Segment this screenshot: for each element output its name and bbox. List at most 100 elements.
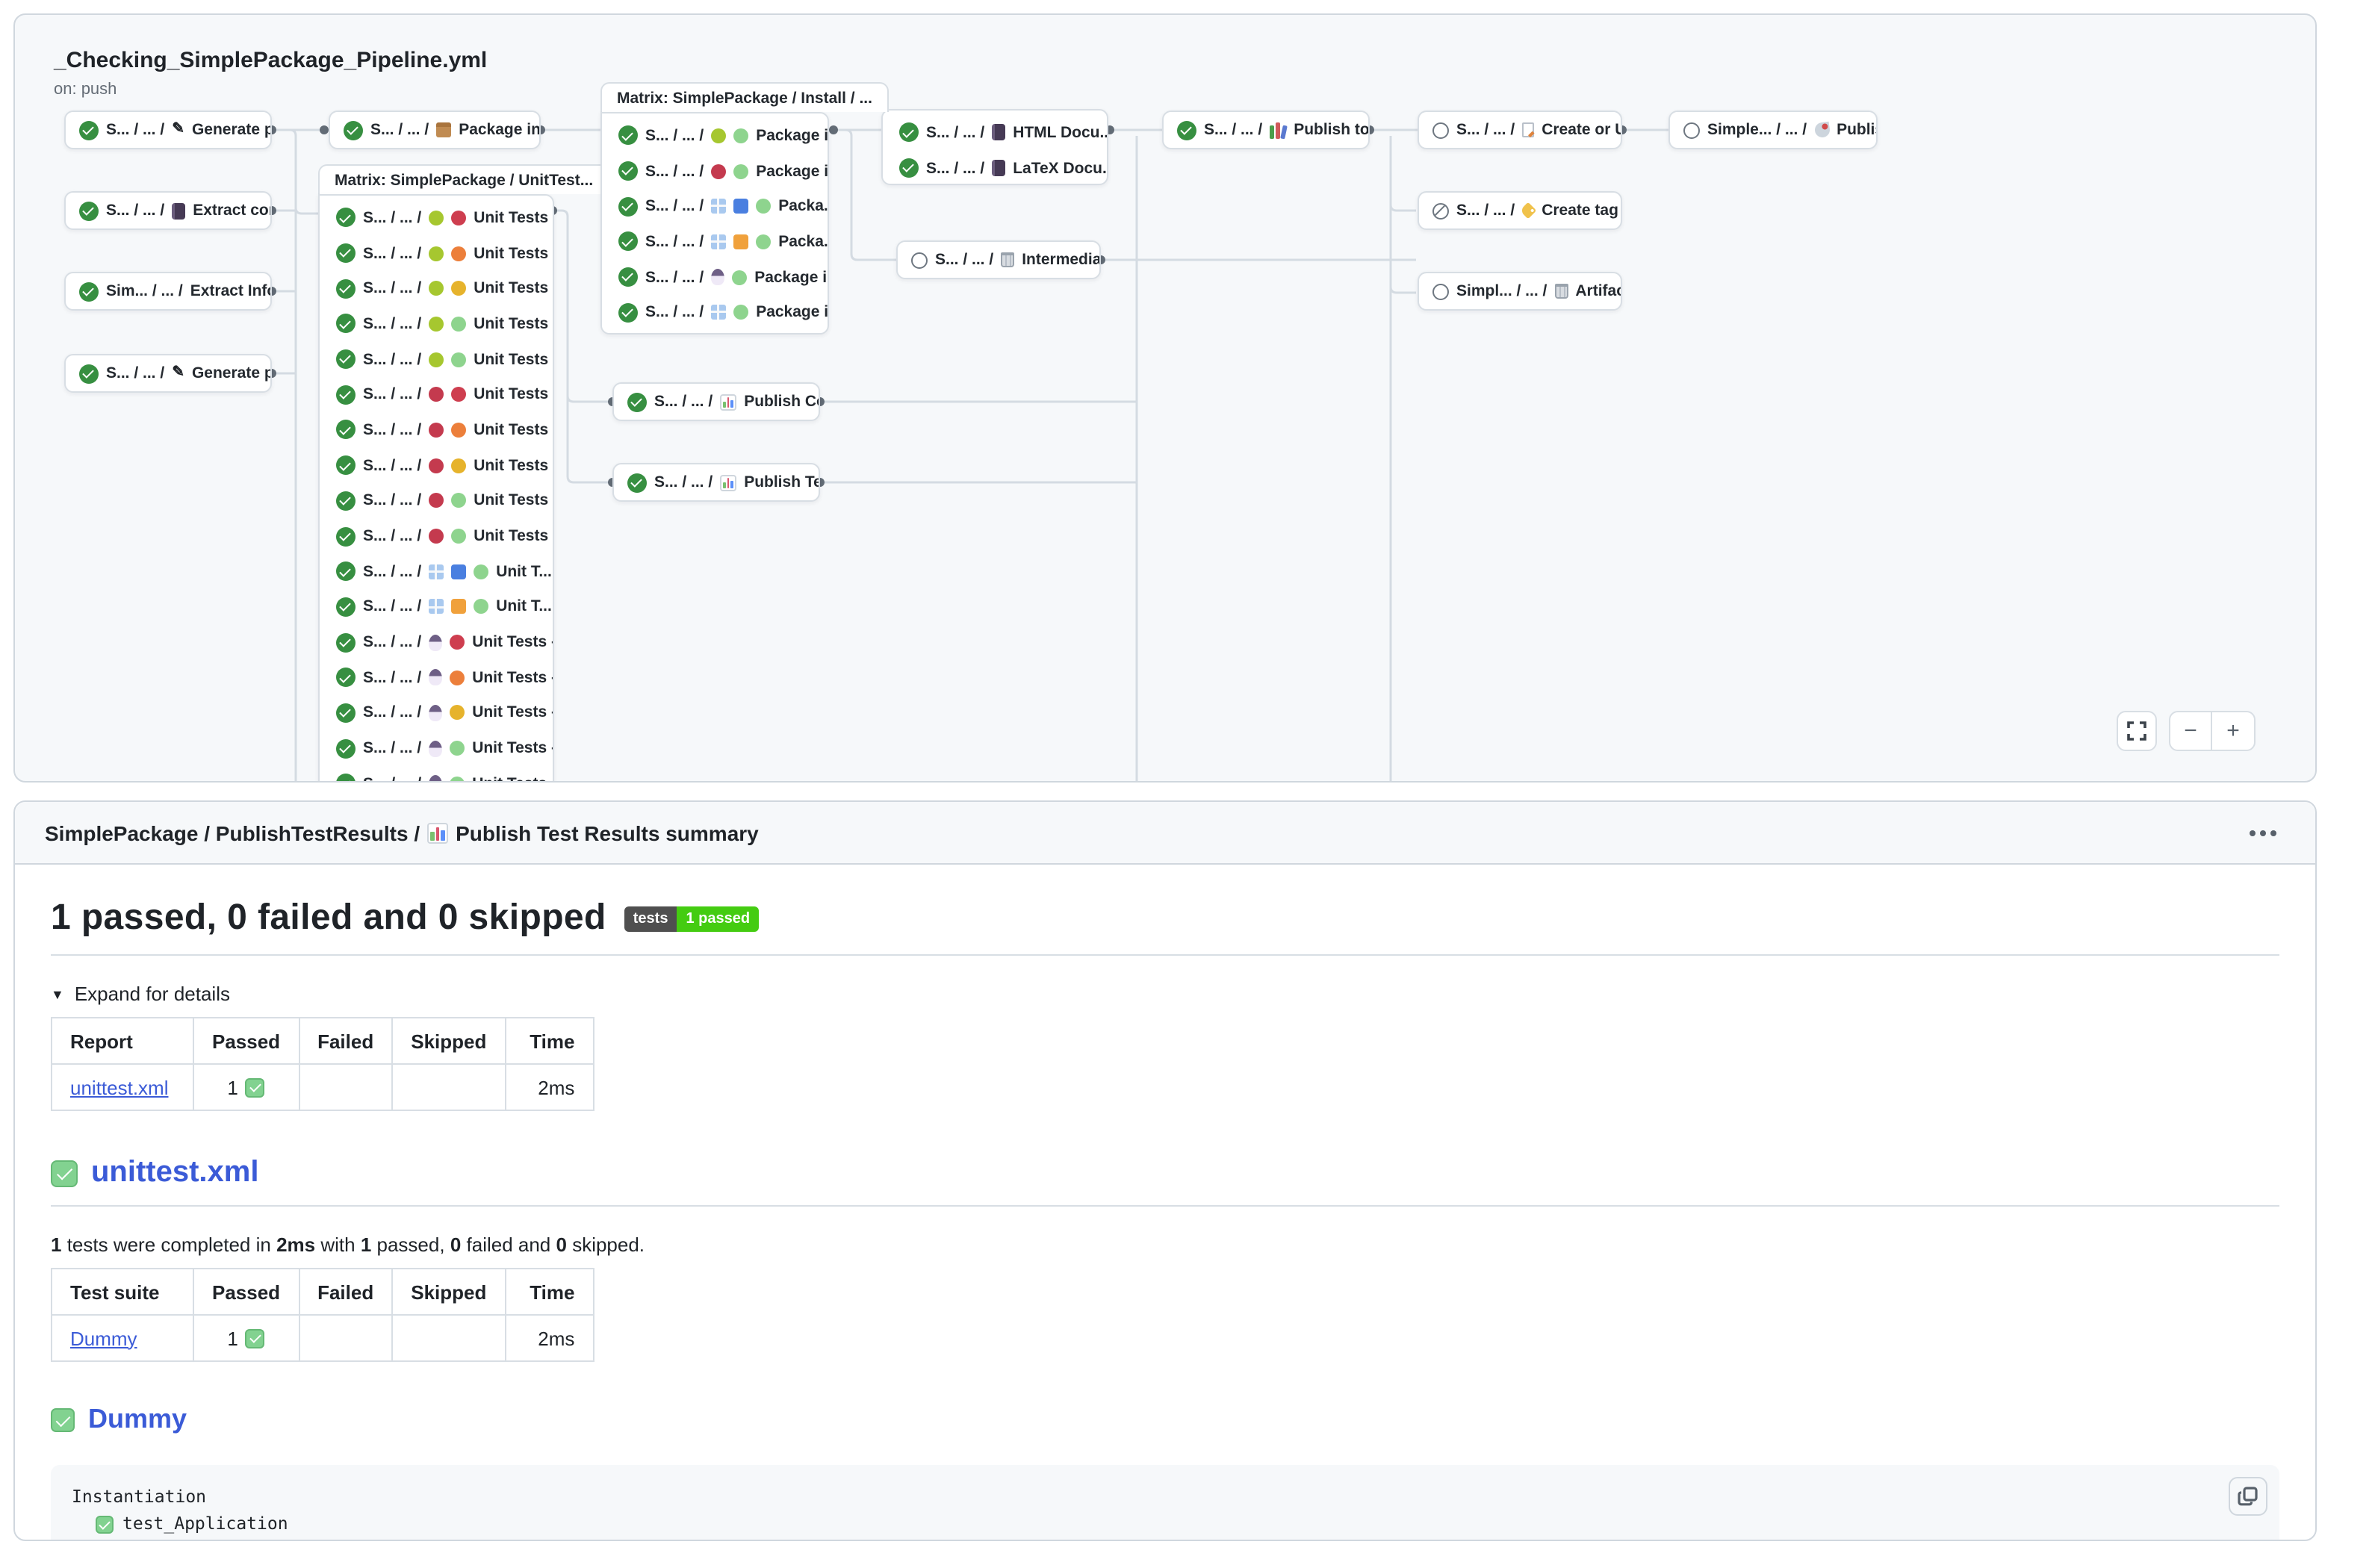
workflow-node-generate-pipeline-2[interactable]: S... / ... /✎Generate pipelin...4s [64, 354, 272, 393]
job-prefix: S... / ... / [363, 704, 421, 722]
file-section-heading-text: unittest.xml [91, 1156, 259, 1190]
red-apple-icon [429, 494, 444, 508]
job-label: Packa... [778, 197, 829, 215]
matrix-job-row[interactable]: S... / ... /Package ins...22s [602, 295, 828, 330]
matrix-job-row[interactable]: S... / ... /Unit Tests - ...25s [320, 448, 553, 483]
windows-icon [429, 564, 444, 579]
matrix-job-row[interactable]: S... / ... /Unit Tests - ...15s [320, 695, 553, 730]
matrix-job-row[interactable]: S... / ... /Unit Tests - ...19s [320, 271, 553, 306]
tests-badge: tests 1 passed [624, 906, 759, 931]
matrix-job-row[interactable]: S... / ... /Unit Tests - ...27s [320, 483, 553, 518]
matrix-job-row[interactable]: S... / ... /Unit Tests - ...14s [320, 731, 553, 766]
green-circle-icon [451, 352, 466, 367]
workflow-node-publish-test-results[interactable]: S... / ... /Publish Test Re...14s [612, 463, 820, 502]
expand-details-toggle[interactable]: ▼ Expand for details [51, 983, 230, 1005]
matrix-job-row[interactable]: S... / ... /Packa...1m 45s [602, 189, 828, 224]
matrix-job-row[interactable]: S... / ... /Unit Tests - ...20s [320, 306, 553, 341]
matrix-job-row[interactable]: S... / ... /Package ins...14s [602, 153, 828, 188]
matrix-job-row[interactable]: S... / ... /Packa...1m 48s [602, 224, 828, 259]
tag-icon [1520, 202, 1537, 220]
workflow-node-extract-configuration[interactable]: S... / ... /Extract configur...6s [64, 191, 272, 230]
check-square-icon [51, 1407, 75, 1431]
job-label: Package in Sou... [459, 121, 541, 139]
green-apple-icon [429, 352, 444, 367]
status-pending-icon [911, 252, 928, 268]
workflow-node-generate-pipeline-1[interactable]: S... / ... /✎Generate pipelin...3s [64, 111, 272, 149]
status-success-icon [618, 126, 638, 146]
workflow-node-intermediate-artifacts[interactable]: S... / ... /Intermediate Artifa... [896, 240, 1101, 279]
red-circle-icon [451, 211, 466, 225]
matrix-job-row[interactable]: S... / ... /Unit T...2m 7s [320, 554, 553, 589]
job-prefix: S... / ... / [363, 456, 421, 474]
matrix-job-row[interactable]: S... / ... /Unit Tests - ...13s [320, 660, 553, 695]
fullscreen-button[interactable] [2117, 711, 2157, 751]
workflow-node-create-tag[interactable]: S... / ... /Create tag '${{ in...0s [1418, 191, 1622, 230]
job-label: Unit Tests - ... [474, 527, 554, 545]
green-apple-icon [429, 211, 444, 225]
job-prefix: S... / ... / [363, 669, 421, 687]
job-summary-panel: SimplePackage / PublishTestResults / Pub… [13, 800, 2317, 1541]
doc-job-row[interactable]: S... / ... /HTML Docu...1m 46s [883, 115, 1107, 150]
matrix-job-row[interactable]: S... / ... /Unit Tests - ...18s [320, 342, 553, 377]
results-sentence: 1 tests were completed in 2ms with 1 pas… [51, 1233, 2279, 1256]
zoom-out-button[interactable]: − [2170, 712, 2212, 750]
matrix-box-install: S... / ... /Package ins...11sS... / ... … [600, 112, 829, 335]
status-success-icon [618, 196, 638, 216]
job-prefix: S... / ... / [1456, 202, 1515, 220]
matrix-job-row[interactable]: S... / ... /Package ins...11s [602, 118, 828, 153]
job-prefix: Simple... / ... / [1707, 121, 1807, 139]
kebab-menu-button[interactable] [2241, 821, 2285, 844]
test-output-block: Instantiation test_Application [51, 1465, 2279, 1541]
green-apple-icon [711, 128, 726, 143]
books-icon [1270, 122, 1286, 138]
status-success-icon [336, 455, 356, 475]
matrix-job-row[interactable]: S... / ... /Unit Tests - ...39s [320, 235, 553, 270]
report-link[interactable]: unittest.xml [70, 1076, 169, 1098]
matrix-job-row[interactable]: S... / ... /Unit Tests - ...28s [320, 377, 553, 412]
workflow-node-publish-to-pypi[interactable]: Simple... / ... /Publish to PyPI [1668, 111, 1878, 149]
job-prefix: S... / ... / [363, 775, 421, 783]
job-prefix: S... / ... / [106, 121, 164, 139]
matrix-job-row[interactable]: S... / ... /Unit Tests - ...16s [320, 625, 553, 660]
job-label: Packa... [778, 233, 829, 251]
table-header: Time [505, 1018, 593, 1064]
status-success-icon [336, 349, 356, 369]
workflow-node-package-in-source[interactable]: S... / ... /Package in Sou...18s [329, 111, 541, 149]
expand-details-label: Expand for details [75, 983, 230, 1005]
workflow-node-publish-gh-pages[interactable]: S... / ... /Publish to GH-P...7s [1162, 111, 1370, 149]
red-apple-icon [429, 529, 444, 544]
matrix-job-row[interactable]: S... / ... /Package inst...9s [602, 260, 828, 295]
job-label: Generate pipelin... [192, 364, 272, 382]
status-success-icon [336, 385, 356, 405]
workflow-node-artifact-cleanup[interactable]: Simpl... / ... /Artifact Cleanup [1418, 272, 1622, 311]
matrix-job-row[interactable]: S... / ... /Unit T...2m 3s [320, 589, 553, 624]
green-apple-icon [429, 246, 444, 261]
workflow-node-publish-code-coverage[interactable]: S... / ... /Publish Code C...22s [612, 382, 820, 421]
fullscreen-icon [2127, 721, 2146, 741]
matrix-job-row[interactable]: S... / ... /Unit Tests - ...14s [320, 766, 553, 783]
windows-icon [711, 234, 726, 249]
matrix-job-row[interactable]: S... / ... /Unit Tests - ...40s [320, 518, 553, 553]
status-success-icon [336, 597, 356, 617]
report-link[interactable]: Dummy [70, 1327, 137, 1349]
job-prefix: S... / ... / [645, 304, 704, 322]
status-success-icon [336, 208, 356, 228]
orange-square-icon [451, 600, 466, 615]
job-prefix: S... / ... / [645, 268, 704, 286]
job-prefix: S... / ... / [363, 633, 421, 651]
orange-circle-icon [451, 423, 466, 438]
job-label: HTML Docu... [1013, 124, 1108, 142]
job-prefix: S... / ... / [363, 386, 421, 404]
matrix-job-row[interactable]: S... / ... /Unit Tests - ...36s [320, 200, 553, 235]
workflow-node-create-or-update-release[interactable]: S... / ... /Create or Update R... [1418, 111, 1622, 149]
windows-icon [429, 600, 444, 615]
workflow-node-extract-information[interactable]: Sim... / ... /Extract Information4s [64, 272, 272, 311]
zoom-in-button[interactable]: + [2212, 712, 2254, 750]
job-prefix: S... / ... / [363, 492, 421, 510]
summary-breadcrumb: SimplePackage / PublishTestResults / [45, 821, 420, 844]
copy-button[interactable] [2229, 1477, 2267, 1516]
linux-penguin-icon [711, 269, 724, 285]
matrix-job-row[interactable]: S... / ... /Unit Tests - ...30s [320, 412, 553, 447]
doc-job-row[interactable]: S... / ... /LaTeX Docu...1m 18s [883, 150, 1107, 185]
time-cell: 2ms [505, 1064, 593, 1110]
